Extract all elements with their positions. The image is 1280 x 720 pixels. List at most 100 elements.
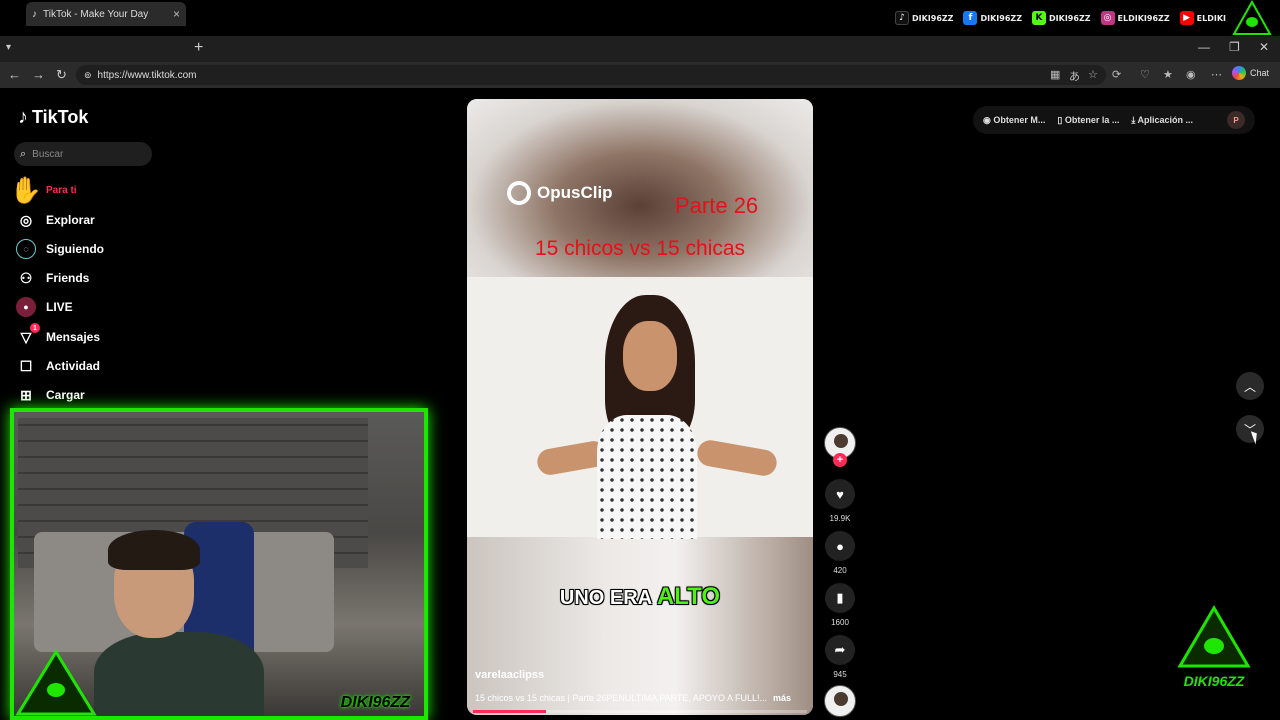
save-button[interactable]: ▮ bbox=[825, 583, 855, 613]
url-text: https://www.tiktok.com bbox=[97, 69, 197, 81]
kick-icon: K bbox=[1032, 11, 1047, 25]
sidebar-item-actividad[interactable]: ☐ Actividad bbox=[16, 356, 100, 376]
comment-count: 420 bbox=[833, 566, 847, 575]
more-link[interactable]: más bbox=[773, 693, 791, 703]
chevron-up-icon: ︿ bbox=[1243, 379, 1256, 394]
minimize-icon[interactable]: — bbox=[1198, 40, 1210, 54]
tab-actions-menu-icon[interactable]: ▾ bbox=[6, 42, 11, 53]
sidebar-item-siguiendo[interactable]: ◌ Siguiendo bbox=[16, 239, 104, 259]
site-info-icon[interactable]: ⊚ bbox=[84, 70, 92, 81]
social-kick: K DIKI96ZZ bbox=[1032, 11, 1091, 25]
bookmark-icon: ▮ bbox=[836, 590, 844, 605]
follow-plus-icon[interactable]: + bbox=[833, 453, 847, 467]
video-player[interactable]: OpusClip Parte 26 15 chicos vs 15 chicas… bbox=[467, 99, 813, 715]
social-facebook: f DIKI96ZZ bbox=[963, 11, 1022, 25]
video-bottom-frame bbox=[467, 537, 813, 715]
favorites-icon[interactable]: ★ bbox=[1163, 68, 1173, 81]
save-count: 1600 bbox=[831, 618, 849, 627]
refresh-icon[interactable]: ↻ bbox=[56, 67, 67, 83]
video-progress-fill bbox=[473, 710, 547, 713]
favorite-star-icon[interactable]: ☆ bbox=[1088, 68, 1098, 81]
tiktok-icon: ♪ bbox=[894, 11, 909, 25]
messages-badge: 1 bbox=[30, 323, 40, 333]
tab-title: TikTok - Make Your Day bbox=[43, 8, 149, 20]
sidebar-item-para-ti[interactable]: ✋ Para ti bbox=[9, 174, 77, 205]
brand-logo-bottom: DIKI96ZZ bbox=[1177, 605, 1251, 689]
compass-icon: ◎ bbox=[19, 211, 33, 228]
following-icon: ◌ bbox=[16, 239, 36, 259]
copilot-icon bbox=[1232, 66, 1246, 80]
streamer bbox=[94, 522, 264, 716]
video-subject bbox=[535, 295, 779, 539]
video-progress-bar[interactable] bbox=[473, 710, 807, 713]
video-subtitle: UNO ERA ALTO bbox=[559, 583, 721, 610]
more-menu-icon[interactable]: ⋯ bbox=[1211, 68, 1222, 81]
activity-icon: ☐ bbox=[19, 357, 33, 374]
facebook-icon: f bbox=[963, 11, 978, 25]
brand-logo-top bbox=[1232, 0, 1272, 35]
video-part-label: Parte 26 bbox=[675, 193, 759, 218]
close-window-icon[interactable]: ✕ bbox=[1259, 40, 1269, 54]
home-icon: ✋ bbox=[9, 174, 43, 205]
share-icon: ➦ bbox=[834, 642, 846, 657]
heart-icon: ♥ bbox=[836, 486, 844, 502]
webcam-brand-logo bbox=[15, 649, 97, 716]
next-video-button[interactable]: ﹀ bbox=[1236, 415, 1264, 443]
share-count: 945 bbox=[833, 670, 847, 679]
reader-view-icon[interactable]: ▦ bbox=[1050, 68, 1060, 81]
address-bar-row: ← → ↻ ⊚ https://www.tiktok.com ▦ あ ☆ ⟳ ♡… bbox=[0, 62, 1280, 88]
video-headline: 15 chicos vs 15 chicas bbox=[534, 237, 746, 260]
tiktok-logo[interactable]: ♪ TikTok bbox=[18, 106, 88, 129]
search-input[interactable]: ⌕ Buscar bbox=[14, 142, 152, 166]
messages-icon: ▽ 1 bbox=[16, 323, 40, 347]
back-icon[interactable]: ← bbox=[8, 67, 21, 82]
previous-video-button[interactable]: ︿ bbox=[1236, 372, 1264, 400]
forward-icon[interactable]: → bbox=[32, 67, 45, 82]
restore-icon[interactable]: ❐ bbox=[1229, 40, 1240, 54]
webcam-name-label: DIKI96ZZ bbox=[340, 694, 410, 711]
profile-avatar[interactable]: P bbox=[1227, 111, 1245, 129]
profile-avatar-icon[interactable]: ◉ bbox=[1186, 68, 1196, 81]
tab-strip bbox=[0, 36, 1280, 62]
share-button[interactable]: ➦ bbox=[825, 635, 855, 665]
get-coins-button[interactable]: ◉ Obtener M... bbox=[983, 115, 1045, 126]
tab-tiktok[interactable]: ♪ TikTok - Make Your Day × bbox=[26, 2, 186, 26]
translate-icon[interactable]: あ bbox=[1069, 68, 1080, 84]
desktop-app-button[interactable]: ⤓ Aplicación ... bbox=[1131, 115, 1193, 126]
copilot-chat-button[interactable]: Chat bbox=[1232, 66, 1269, 80]
youtube-icon: ▶ bbox=[1179, 11, 1194, 25]
sidebar-item-mensajes[interactable]: ▽ 1 Mensajes bbox=[16, 323, 100, 347]
sidebar-item-cargar[interactable]: ⊞ Cargar bbox=[16, 385, 85, 405]
video-description: 15 chicos vs 15 chicas | Parte 26PENULTI… bbox=[475, 693, 791, 703]
tiktok-favicon-icon: ♪ bbox=[32, 8, 37, 20]
get-app-button[interactable]: ▯ Obtener la ... bbox=[1057, 115, 1119, 126]
live-icon: ● bbox=[16, 297, 36, 317]
browser-essentials-icon[interactable]: ♡ bbox=[1140, 68, 1150, 81]
comment-button[interactable]: ● bbox=[825, 531, 855, 561]
social-tiktok: ♪ DIKI96ZZ bbox=[894, 11, 953, 25]
opusclip-logo-icon bbox=[507, 181, 531, 205]
brand-badge-text: DIKI96ZZ bbox=[1184, 673, 1245, 689]
new-tab-button[interactable]: + bbox=[194, 39, 203, 57]
url-field[interactable]: ⊚ https://www.tiktok.com bbox=[76, 65, 1106, 85]
friends-icon: ⚇ bbox=[19, 269, 33, 286]
social-instagram: ◎ ELDIKI96ZZ bbox=[1100, 11, 1170, 25]
tiktok-note-icon: ♪ bbox=[18, 106, 28, 128]
instagram-icon: ◎ bbox=[1100, 11, 1115, 25]
sidebar-item-explorar[interactable]: ◎ Explorar bbox=[16, 210, 95, 230]
social-youtube: ▶ ELDIKI bbox=[1179, 11, 1226, 25]
stream-social-bar: ♪ DIKI96ZZ f DIKI96ZZ K DIKI96ZZ ◎ ELDIK… bbox=[0, 0, 1280, 36]
extensions-icon[interactable]: ⟳ bbox=[1112, 68, 1121, 81]
music-disc-avatar[interactable] bbox=[824, 685, 856, 717]
opusclip-watermark: OpusClip bbox=[507, 181, 613, 205]
like-button[interactable]: ♥ bbox=[825, 479, 855, 509]
like-count: 19.9K bbox=[829, 514, 851, 523]
webcam-overlay: DIKI96ZZ bbox=[10, 408, 428, 720]
close-tab-icon[interactable]: × bbox=[173, 7, 180, 21]
video-username[interactable]: varelaaclipss bbox=[475, 669, 544, 681]
tiktok-top-header: ◉ Obtener M... ▯ Obtener la ... ⤓ Aplica… bbox=[973, 106, 1255, 134]
search-icon: ⌕ bbox=[20, 147, 27, 160]
sidebar-item-friends[interactable]: ⚇ Friends bbox=[16, 268, 90, 288]
sidebar-item-live[interactable]: ● LIVE bbox=[16, 297, 73, 317]
comment-icon: ● bbox=[836, 538, 844, 554]
